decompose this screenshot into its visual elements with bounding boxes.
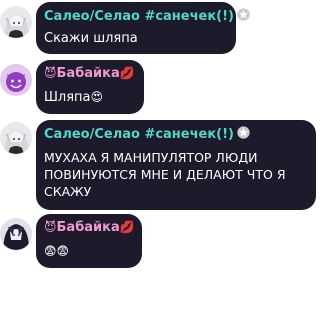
kiss-emoji: 💋 bbox=[119, 66, 135, 80]
devil-emoji: 😈 bbox=[44, 66, 57, 80]
star-icon bbox=[237, 8, 250, 21]
author-name[interactable]: Салео/Селао #санечек(!) bbox=[44, 126, 250, 142]
avatar[interactable] bbox=[0, 6, 32, 38]
kiss-emoji: 💋 bbox=[119, 220, 135, 234]
avatar[interactable] bbox=[0, 64, 32, 96]
author-name[interactable]: 😈Бабайка💋 bbox=[44, 220, 135, 235]
message-bubble[interactable]: Салео/Селао #санечек(!) Скажи шляпа bbox=[36, 2, 250, 54]
devil-emoji: 😈 bbox=[44, 220, 57, 234]
avatar[interactable] bbox=[0, 122, 32, 154]
anime-avatar-icon bbox=[0, 122, 32, 154]
message-bubble[interactable]: 😈Бабайка💋 😨😨 bbox=[36, 214, 142, 268]
author-name[interactable]: 😈Бабайка💋 bbox=[44, 66, 135, 81]
message-bubble[interactable]: 😈Бабайка💋 Шляпа😍 bbox=[36, 60, 144, 114]
message-bubble[interactable]: Салео/Селао #санечек(!) МУХАХА Я МАНИПУЛ… bbox=[36, 120, 316, 210]
message-text: 😨😨 bbox=[44, 243, 69, 260]
anime-avatar-icon bbox=[0, 6, 32, 38]
devil-avatar-icon bbox=[0, 64, 32, 96]
message-text-line-2: ПОВИНУЮТСЯ МНЕ И ДЕЛАЮТ ЧТО Я bbox=[44, 167, 286, 182]
message-text: Скажи шляпа bbox=[44, 31, 138, 46]
fearful-face-emoji: 😨😨 bbox=[44, 244, 70, 258]
message-text: Шляпа😍 bbox=[44, 90, 104, 105]
anime-avatar-dark-icon bbox=[0, 218, 32, 250]
author-name[interactable]: Салео/Селао #санечек(!) bbox=[44, 8, 250, 24]
heart-eyes-emoji: 😍 bbox=[90, 90, 104, 104]
message-text-line-1: МУХАХА Я МАНИПУЛЯТОР ЛЮДИ bbox=[44, 150, 258, 165]
star-icon bbox=[237, 126, 250, 139]
message-text-line-3: СКАЖУ bbox=[44, 184, 92, 199]
avatar[interactable] bbox=[0, 218, 32, 250]
